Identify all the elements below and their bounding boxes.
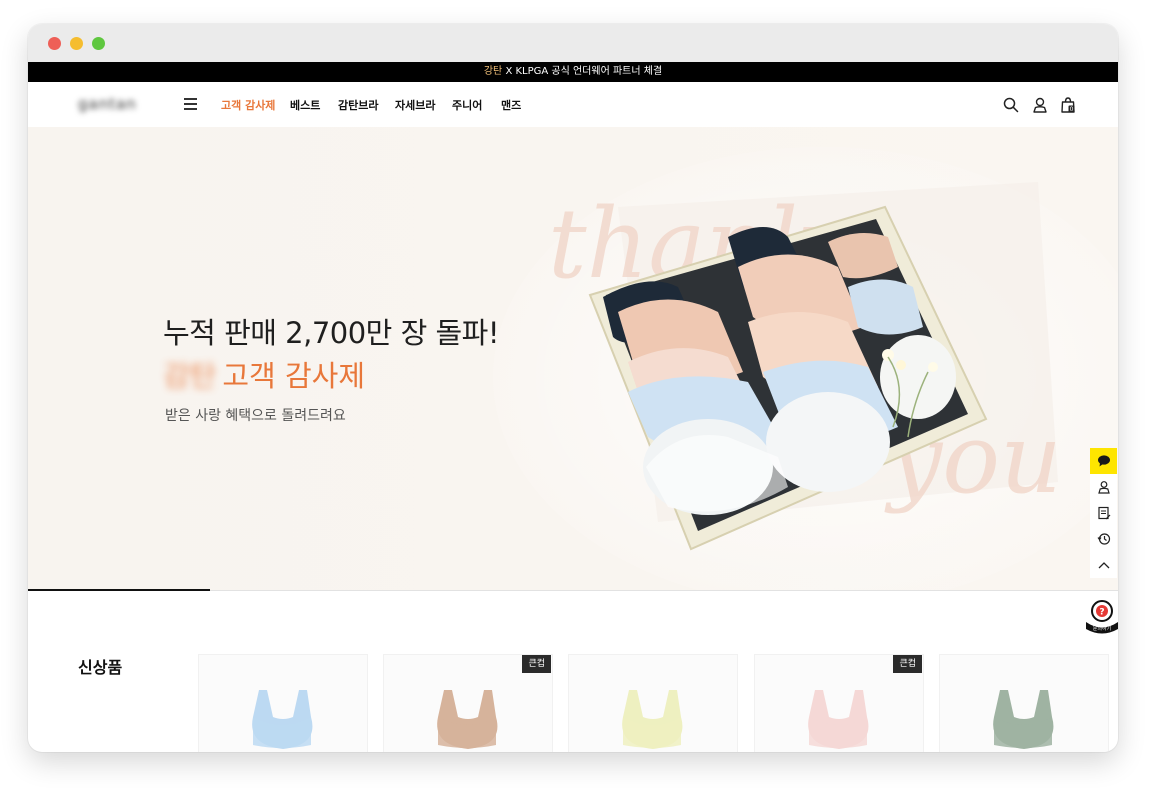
minimize-window-button[interactable]	[70, 37, 83, 50]
menu-item-posture-bra[interactable]: 자세브라	[395, 97, 435, 113]
history-icon	[1097, 533, 1110, 545]
inquiry-button[interactable]: ? 문의하기	[1084, 598, 1118, 636]
review-icon	[1097, 506, 1110, 520]
menu-item-junior[interactable]: 주니어	[452, 97, 482, 113]
hero-subtitle: 감탄 고객 감사제	[163, 353, 365, 395]
hero-description: 받은 사랑 혜택으로 돌려드려요	[165, 408, 346, 424]
menu-item-best[interactable]: 베스트	[290, 97, 320, 113]
product-card[interactable]	[198, 654, 368, 752]
review-button[interactable]	[1090, 500, 1117, 526]
user-icon	[1097, 481, 1110, 494]
inquiry-label: 문의하기	[1093, 625, 1111, 632]
product-image	[993, 690, 1054, 749]
product-image	[252, 690, 313, 749]
my-page-button[interactable]	[1090, 474, 1117, 500]
brand-logo[interactable]: gantan	[78, 95, 158, 113]
product-card[interactable]	[568, 654, 738, 752]
product-card[interactable]: 큰컵	[754, 654, 924, 752]
window-titlebar	[28, 24, 1118, 62]
browser-window: 강탄 X KLPGA 공식 언더웨어 파트너 체결 gantan 고객 감사제 …	[28, 24, 1118, 752]
cart-icon[interactable]: 0	[1059, 96, 1077, 114]
close-window-button[interactable]	[48, 37, 61, 50]
product-badge: 큰컵	[522, 655, 551, 673]
new-arrivals-title: 신상품	[78, 658, 123, 677]
menu-item-gamtan-bra[interactable]: 감탄브라	[338, 97, 378, 113]
product-badge: 큰컵	[893, 655, 922, 673]
hero-banner[interactable]: thank you 누적 판매 2,700만 장 돌파! 감탄 고객 감사제 받…	[28, 127, 1118, 590]
product-card[interactable]: 큰컵	[383, 654, 553, 752]
quick-menu	[1090, 448, 1117, 578]
chat-icon	[1097, 455, 1110, 467]
hero-slide-progress-fill	[28, 589, 210, 591]
recent-view-button[interactable]	[1090, 526, 1117, 552]
cart-count: 0	[1070, 106, 1074, 113]
scroll-top-button[interactable]	[1090, 552, 1117, 578]
hero-title: 누적 판매 2,700만 장 돌파!	[163, 316, 499, 350]
help-question-icon: ? 문의하기	[1086, 600, 1118, 634]
svg-text:?: ?	[1099, 608, 1104, 618]
promo-brand: 강탄	[483, 66, 503, 77]
hero-slide-progress[interactable]	[28, 589, 1118, 591]
menu-item-customer-event[interactable]: 고객 감사제	[221, 97, 275, 113]
hero-subtitle-text: 고객 감사제	[222, 359, 365, 393]
kakao-chat-button[interactable]	[1090, 448, 1117, 474]
product-image	[622, 690, 683, 749]
arrow-up-icon	[1098, 562, 1109, 569]
search-icon[interactable]	[1002, 96, 1020, 114]
promo-text: X KLPGA 공식 언더웨어 파트너 체결	[505, 66, 663, 77]
hamburger-menu-icon[interactable]	[184, 97, 198, 111]
promo-banner[interactable]: 강탄 X KLPGA 공식 언더웨어 파트너 체결	[28, 62, 1118, 82]
product-card[interactable]	[939, 654, 1109, 752]
menu-item-mens[interactable]: 맨즈	[501, 97, 521, 113]
main-navigation: gantan 고객 감사제 베스트 감탄브라 자세브라 주니어 맨즈 0	[28, 82, 1118, 127]
maximize-window-button[interactable]	[92, 37, 105, 50]
account-icon[interactable]	[1031, 96, 1049, 114]
hero-subtitle-brand: 감탄	[163, 359, 217, 393]
